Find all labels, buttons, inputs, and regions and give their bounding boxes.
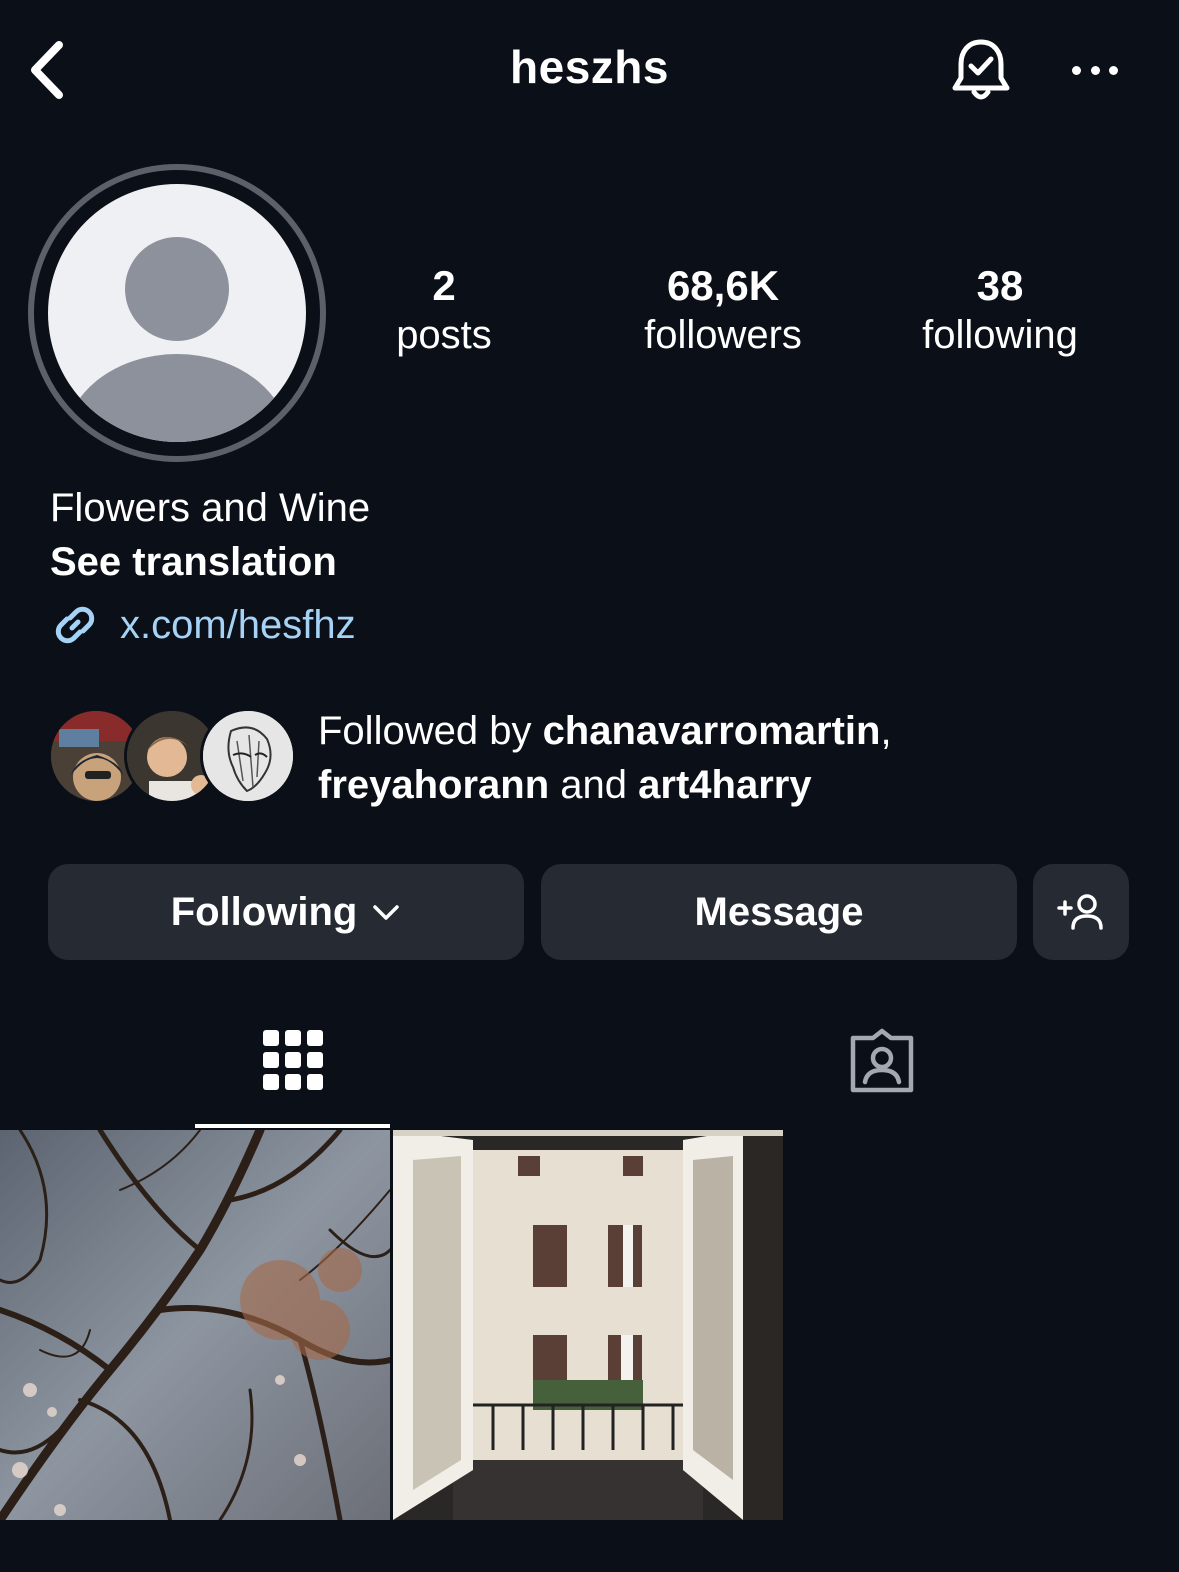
notifications-button[interactable] xyxy=(948,34,1014,106)
grid-icon xyxy=(262,1030,323,1090)
separator: , xyxy=(880,709,892,753)
tagged-icon xyxy=(850,1028,913,1093)
followers-count: 68,6K xyxy=(666,262,780,309)
following-count: 38 xyxy=(976,262,1024,309)
following-stat[interactable]: 38 following xyxy=(892,262,1108,360)
mutual-user-2[interactable]: freyahorann xyxy=(318,763,549,807)
top-bar: heszhs xyxy=(0,0,1179,140)
followed-by-text[interactable]: Followed by chanavarromartin, freyahorann… xyxy=(318,704,1138,812)
followers-label: followers xyxy=(644,313,802,357)
and-text: and xyxy=(549,763,639,807)
see-translation-link[interactable]: See translation xyxy=(50,540,337,585)
following-button[interactable]: Following xyxy=(48,864,524,960)
post-thumbnail[interactable] xyxy=(0,1130,390,1520)
chevron-down-icon xyxy=(373,905,400,920)
mutual-user-1[interactable]: chanavarromartin xyxy=(543,709,881,753)
tab-posts-grid[interactable] xyxy=(195,1010,390,1128)
posts-stat[interactable]: 2 posts xyxy=(374,262,514,360)
message-button-label: Message xyxy=(694,889,864,934)
more-dot xyxy=(1109,65,1118,75)
add-person-button[interactable] xyxy=(1033,864,1129,960)
posts-label: posts xyxy=(396,313,492,357)
post-image xyxy=(393,1130,783,1520)
posts-count: 2 xyxy=(432,262,456,309)
more-dot xyxy=(1072,65,1081,75)
message-button[interactable]: Message xyxy=(541,864,1017,960)
default-avatar-icon xyxy=(65,237,289,442)
bell-check-icon xyxy=(952,39,1010,100)
mutual-photo xyxy=(203,711,293,801)
link-text: x.com/hesfhz xyxy=(120,602,356,647)
post-thumbnail[interactable] xyxy=(393,1130,783,1520)
more-options-button[interactable] xyxy=(1066,48,1124,92)
profile-page: heszhs 2 posts 68,6K followers 38 follow… xyxy=(0,0,1179,1572)
followed-by-prefix: Followed by xyxy=(318,709,543,753)
following-button-label: Following xyxy=(170,889,358,934)
mutual-followers-avatars[interactable] xyxy=(48,708,298,806)
add-person-icon xyxy=(1057,894,1103,930)
tab-tagged[interactable] xyxy=(784,1010,979,1128)
avatar[interactable] xyxy=(48,184,306,442)
more-dot xyxy=(1090,65,1100,75)
profile-link[interactable]: x.com/hesfhz xyxy=(48,598,356,652)
post-image xyxy=(0,1130,390,1520)
followers-stat[interactable]: 68,6K followers xyxy=(608,262,838,360)
following-label: following xyxy=(922,313,1078,357)
bio-text: Flowers and Wine xyxy=(50,486,371,530)
link-icon xyxy=(55,606,95,644)
mutual-user-3[interactable]: art4harry xyxy=(638,763,811,807)
mutual-avatar xyxy=(200,708,296,804)
